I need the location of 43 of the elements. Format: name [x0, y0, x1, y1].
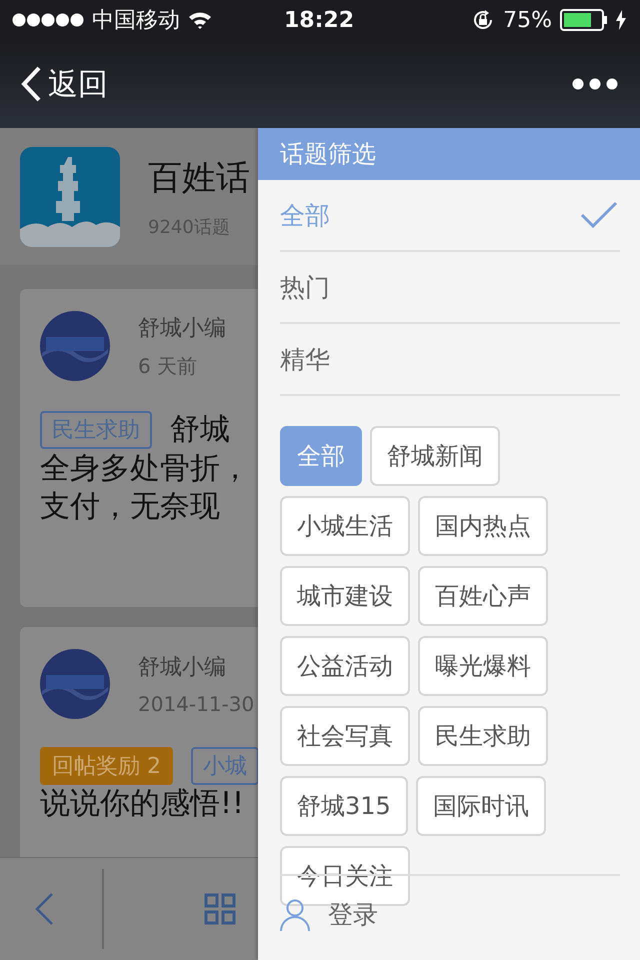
filter-option[interactable]: 热门	[280, 252, 620, 324]
topic-tag[interactable]: 国际时讯	[416, 776, 546, 836]
author-name: 舒城小编	[138, 654, 227, 682]
signal-icon	[12, 13, 84, 27]
post-text: 全身多处骨折，	[40, 450, 251, 488]
topic-tag[interactable]: 国内热点	[418, 496, 548, 556]
carrier-name: 中国移动	[92, 7, 180, 35]
topic-tag[interactable]: 小城生活	[280, 496, 410, 556]
topic-tag[interactable]: 曝光爆料	[418, 636, 548, 696]
battery-icon	[560, 9, 608, 31]
check-icon	[580, 201, 618, 229]
filter-option[interactable]: 精华	[280, 324, 620, 396]
back-icon[interactable]	[34, 892, 54, 926]
post-time: 2014-11-30	[138, 692, 254, 716]
post-text: 说说你的感悟!!	[40, 785, 246, 823]
post-text: 支付，无奈现	[40, 488, 221, 526]
grid-icon[interactable]	[204, 893, 236, 925]
topic-tag[interactable]: 舒城新闻	[370, 426, 500, 486]
post-time: 6 天前	[138, 352, 198, 380]
topic-tag[interactable]: 社会写真	[280, 706, 410, 766]
wifi-icon	[188, 11, 212, 29]
reward-tag: 回帖奖励 2	[40, 747, 173, 785]
battery-percentage: 75%	[503, 8, 552, 32]
post-card[interactable]: 舒城小编 6 天前 民生求助 舒城 全身多处骨折， 支付，无奈现	[20, 289, 258, 607]
chevron-left-icon[interactable]	[20, 66, 42, 102]
post-title: 舒城	[170, 411, 230, 449]
topic-tag[interactable]: 民生求助	[418, 706, 548, 766]
author-name: 舒城小编	[138, 314, 226, 342]
topic-tag[interactable]: 百姓心声	[418, 566, 548, 626]
back-button[interactable]: 返回	[20, 64, 108, 104]
avatar-logo	[40, 311, 110, 381]
charging-icon	[616, 10, 626, 30]
panel-title: 话题筛选	[258, 128, 640, 180]
user-icon[interactable]	[280, 898, 310, 930]
category-tag: 民生求助	[40, 410, 152, 448]
clock: 18:22	[284, 8, 354, 32]
post-card[interactable]: 舒城小编 2014-11-30 回帖奖励 2 小城 说说你的感悟!!	[20, 627, 258, 858]
forum-title: 百姓话	[148, 156, 250, 200]
topic-tag[interactable]: 公益活动	[280, 636, 410, 696]
topic-tag[interactable]: 舒城315	[280, 776, 408, 836]
more-icon[interactable]	[572, 78, 618, 90]
avatar-logo	[40, 649, 110, 719]
topic-tag[interactable]: 城市建设	[280, 566, 410, 626]
